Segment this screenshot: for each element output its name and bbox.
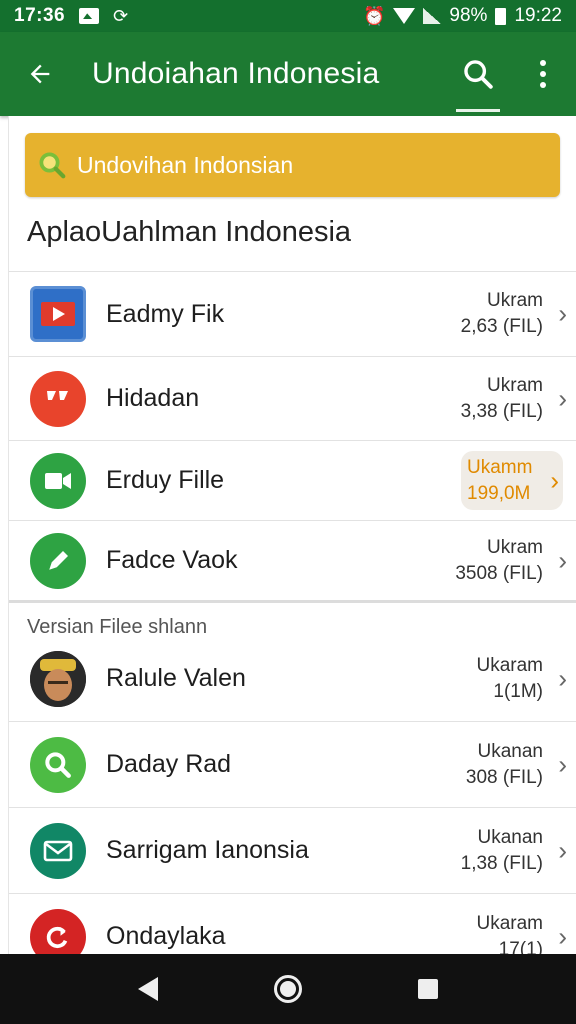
nav-back-icon[interactable]	[138, 977, 158, 1001]
item-name: Ralule Valen	[106, 664, 246, 692]
size-label: Ukanan	[477, 826, 544, 848]
battery-percent: 98%	[449, 5, 488, 26]
size-value: 3508 (FIL)	[455, 562, 543, 584]
list-item[interactable]: Fadce Vaok Ukram 3508 (FIL) ›	[9, 520, 576, 600]
item-size: Ukanan 308 (FIL) ›	[437, 739, 576, 790]
status-right-group: ⏰ 98% 19:22	[363, 5, 562, 27]
page-title: Undoiahan Indonesia	[92, 57, 380, 90]
refresh-icon	[29, 908, 86, 954]
list-item[interactable]: Ondaylaka Ukaram 17(1) ›	[9, 893, 576, 954]
size-value: 2,63 (FIL)	[460, 316, 543, 337]
app-screen: 17:36 ⟳ ⏰ 98% 19:22 Undoiahan Indonesia …	[0, 0, 576, 1024]
list-item[interactable]: Daday Rad Ukanan 308 (FIL) ›	[9, 721, 576, 807]
overflow-menu-button[interactable]	[510, 32, 576, 116]
more-vert-icon	[540, 60, 546, 88]
list-item[interactable]: Erduy Fille Ukamm 199,0M ›	[9, 440, 576, 520]
section-heading: AplaoUahlman Indonesia	[27, 216, 352, 248]
search-icon	[39, 152, 66, 179]
size-value: 1(1M)	[493, 680, 543, 702]
item-name: Daday Rad	[106, 750, 232, 778]
status-bar: 17:36 ⟳ ⏰ 98% 19:22	[0, 0, 576, 32]
chevron-right-icon: ›	[550, 464, 559, 495]
chevron-right-icon: ›	[558, 544, 567, 575]
arrow-left-icon	[30, 64, 50, 84]
chevron-right-icon: ›	[558, 298, 567, 329]
size-value: 199,0M	[467, 482, 531, 504]
sync-notification-icon: ⟳	[113, 5, 129, 26]
nav-home-icon[interactable]	[274, 975, 302, 1003]
chevron-right-icon: ›	[558, 382, 567, 413]
search-icon	[464, 60, 493, 89]
mail-icon	[29, 822, 86, 879]
item-name: Ondaylaka	[106, 922, 226, 950]
alarm-icon: ⏰	[363, 5, 386, 26]
item-size: Ukanan 1,38 (FIL) ›	[437, 825, 576, 876]
size-label: Ukaram	[476, 654, 543, 676]
list-item[interactable]: Eadmy Fik Ukram 2,63 (FIL) ›	[9, 271, 576, 356]
search-icon	[29, 736, 86, 793]
nav-recents-icon[interactable]	[418, 979, 438, 999]
item-name: Fadce Vaok	[106, 546, 238, 574]
status-time-left: 17:36	[14, 5, 66, 26]
banner-text: Undovihan Indonsian	[77, 151, 294, 178]
chevron-right-icon: ›	[558, 920, 567, 951]
size-label: Ukram	[487, 290, 543, 312]
item-name: Sarrigam Ianonsia	[106, 836, 309, 864]
video-camera-icon	[29, 452, 86, 509]
item-size: Ukaram 17(1) ›	[437, 911, 576, 954]
chevron-right-icon: ›	[558, 834, 567, 865]
size-label: Ukanan	[477, 740, 544, 762]
item-size: Ukram 3508 (FIL) ›	[437, 535, 576, 586]
chat-bubble-icon	[29, 370, 86, 427]
play-video-icon	[29, 286, 86, 342]
chevron-right-icon: ›	[558, 748, 567, 779]
size-value: 17(1)	[498, 938, 543, 955]
item-size-highlighted: Ukamm 199,0M ›	[461, 450, 563, 511]
item-name: Erduy Fille	[106, 466, 225, 494]
size-label: Ukram	[487, 374, 543, 396]
item-size: Ukram 2,63 (FIL) ›	[437, 288, 576, 339]
signal-icon	[423, 8, 442, 24]
list-item[interactable]: Ralule Valen Ukaram 1(1M) ›	[9, 636, 576, 721]
size-value: 1,38 (FIL)	[460, 852, 543, 874]
size-value: 308 (FIL)	[465, 766, 543, 788]
item-size: Ukaram 1(1M) ›	[437, 653, 576, 704]
search-button[interactable]	[446, 32, 510, 116]
wifi-icon	[393, 8, 416, 24]
avatar-icon	[29, 650, 86, 707]
system-nav-bar	[0, 954, 576, 1024]
image-notification-icon	[79, 8, 100, 24]
battery-icon	[495, 7, 507, 25]
list-item[interactable]: Sarrigam Ianonsia Ukanan 1,38 (FIL) ›	[9, 807, 576, 893]
item-name: Eadmy Fik	[106, 299, 225, 328]
size-label: Ukamm	[467, 456, 533, 478]
app-bar: Undoiahan Indonesia	[0, 32, 576, 116]
size-label: Ukaram	[476, 912, 543, 934]
chevron-right-icon: ›	[558, 662, 567, 693]
search-banner[interactable]: Undovihan Indonsian	[25, 133, 560, 197]
back-button[interactable]	[0, 32, 80, 116]
size-label: Ukram	[487, 536, 543, 558]
item-name: Hidadan	[106, 384, 200, 412]
status-time-right: 19:22	[514, 5, 562, 26]
section-divider	[9, 600, 576, 603]
size-value: 3,38 (FIL)	[460, 400, 543, 422]
pencil-icon	[29, 532, 86, 589]
item-size: Ukram 3,38 (FIL) ›	[437, 373, 576, 424]
list-item[interactable]: Hidadan Ukram 3,38 (FIL) ›	[9, 356, 576, 440]
content-area: Undovihan Indonsian AplaoUahlman Indones…	[8, 116, 576, 954]
